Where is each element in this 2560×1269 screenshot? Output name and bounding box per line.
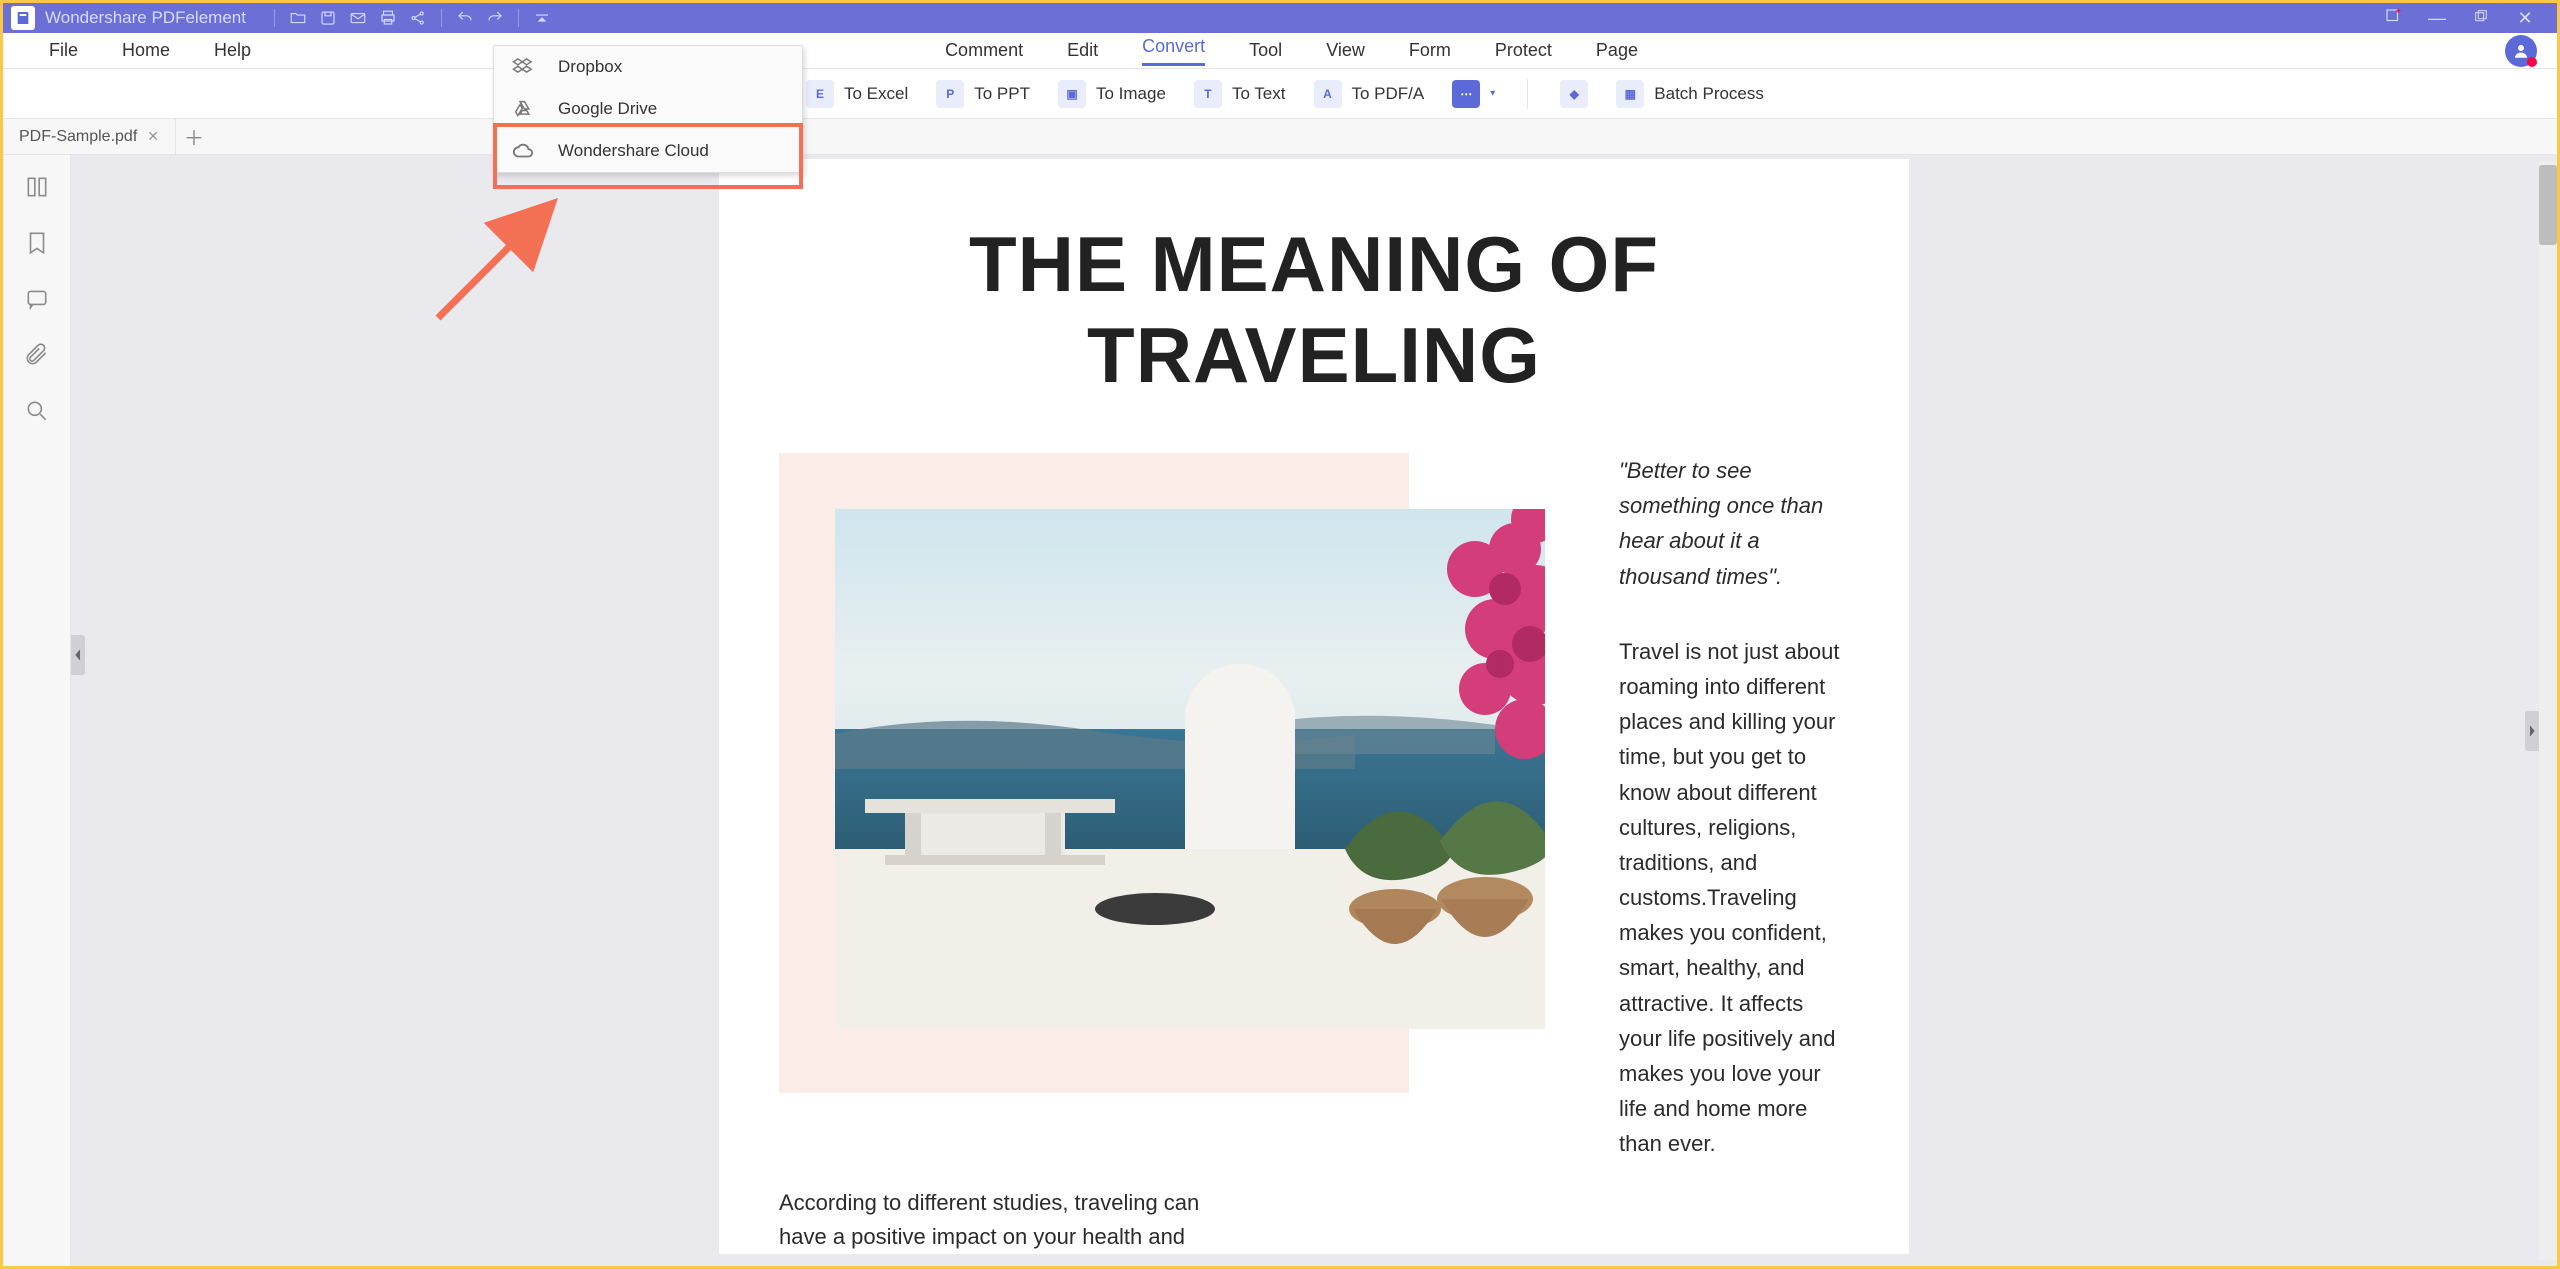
collapse-right-icon[interactable] xyxy=(2525,711,2539,751)
close-icon[interactable]: ✕ xyxy=(2513,8,2537,29)
cloud-dropdown: Dropbox Google Drive Wondershare Cloud xyxy=(493,45,803,173)
menu-view[interactable]: View xyxy=(1304,40,1387,61)
gdrive-icon xyxy=(512,98,534,120)
undo-icon[interactable] xyxy=(452,9,478,27)
menu-home[interactable]: Home xyxy=(100,40,192,61)
menu-page[interactable]: Page xyxy=(1574,40,1660,61)
page-content: THE MEANING OF TRAVELING xyxy=(719,159,1909,1254)
maximize-icon[interactable] xyxy=(2469,8,2493,29)
share-icon[interactable] xyxy=(405,9,431,27)
to-image-button[interactable]: ▣To Image xyxy=(1044,74,1180,114)
dropdown-google-drive[interactable]: Google Drive xyxy=(494,88,802,130)
menu-bar: File Home Help Comment Edit Convert Tool… xyxy=(3,33,2557,69)
menu-file[interactable]: File xyxy=(27,40,100,61)
scrollbar-thumb[interactable] xyxy=(2539,165,2557,245)
app-name: Wondershare PDFelement xyxy=(45,8,246,28)
title-bar: Wondershare PDFelement — ✕ xyxy=(3,3,2557,33)
menu-form[interactable]: Form xyxy=(1387,40,1473,61)
new-tab-button[interactable]: ＋ xyxy=(176,122,212,151)
mail-icon[interactable] xyxy=(345,9,371,27)
save-icon[interactable] xyxy=(315,9,341,27)
batch-process-button[interactable]: ▦Batch Process xyxy=(1602,74,1778,114)
to-excel-button[interactable]: ETo Excel xyxy=(792,74,922,114)
open-folder-icon[interactable] xyxy=(285,9,311,27)
convert-toolbar: WTo Word ETo Excel PTo PPT ▣To Image TTo… xyxy=(3,69,2557,119)
menu-edit[interactable]: Edit xyxy=(1045,40,1120,61)
search-icon[interactable] xyxy=(23,397,51,425)
minimize-icon[interactable]: — xyxy=(2425,8,2449,29)
cloud-icon xyxy=(512,140,534,162)
document-image xyxy=(835,509,1545,1029)
new-window-icon[interactable] xyxy=(2381,7,2405,30)
document-quote: "Better to see something once than hear … xyxy=(1619,453,1849,594)
document-tabs: PDF-Sample.pdf ✕ ＋ xyxy=(3,119,2557,155)
more-down-icon[interactable] xyxy=(529,9,555,27)
document-paragraph: Travel is not just about roaming into di… xyxy=(1619,634,1849,1162)
to-ppt-button[interactable]: PTo PPT xyxy=(922,74,1044,114)
collapse-left-icon[interactable] xyxy=(71,635,85,675)
menu-convert[interactable]: Convert xyxy=(1120,36,1227,66)
document-canvas[interactable]: THE MEANING OF TRAVELING xyxy=(71,155,2557,1266)
document-tab[interactable]: PDF-Sample.pdf ✕ xyxy=(3,119,176,154)
document-title: THE MEANING OF TRAVELING xyxy=(779,219,1849,401)
redo-icon[interactable] xyxy=(482,9,508,27)
main-area: THE MEANING OF TRAVELING xyxy=(3,155,2557,1266)
menu-protect[interactable]: Protect xyxy=(1473,40,1574,61)
user-avatar[interactable] xyxy=(2505,35,2537,67)
menu-comment[interactable]: Comment xyxy=(923,40,1045,61)
document-paragraph-2: According to different studies, travelin… xyxy=(779,1186,1239,1254)
more-convert-button[interactable]: ⋯▾ xyxy=(1438,74,1509,114)
image-background xyxy=(779,453,1409,1093)
comments-icon[interactable] xyxy=(23,285,51,313)
to-pdfa-button[interactable]: ATo PDF/A xyxy=(1300,74,1439,114)
menu-tool[interactable]: Tool xyxy=(1227,40,1304,61)
ocr-button[interactable]: ◆ xyxy=(1546,74,1602,114)
dropdown-dropbox[interactable]: Dropbox xyxy=(494,46,802,88)
to-text-button[interactable]: TTo Text xyxy=(1180,74,1300,114)
app-icon xyxy=(11,6,35,30)
tab-label: PDF-Sample.pdf xyxy=(19,128,137,146)
vertical-scrollbar[interactable] xyxy=(2539,161,2557,1260)
print-icon[interactable] xyxy=(375,9,401,27)
dropdown-wondershare-cloud[interactable]: Wondershare Cloud xyxy=(494,130,802,172)
dropbox-icon xyxy=(512,56,534,78)
tab-close-icon[interactable]: ✕ xyxy=(147,128,159,145)
attachments-icon[interactable] xyxy=(23,341,51,369)
thumbnails-icon[interactable] xyxy=(23,173,51,201)
menu-help[interactable]: Help xyxy=(192,40,273,61)
left-sidebar xyxy=(3,155,71,1266)
bookmark-icon[interactable] xyxy=(23,229,51,257)
